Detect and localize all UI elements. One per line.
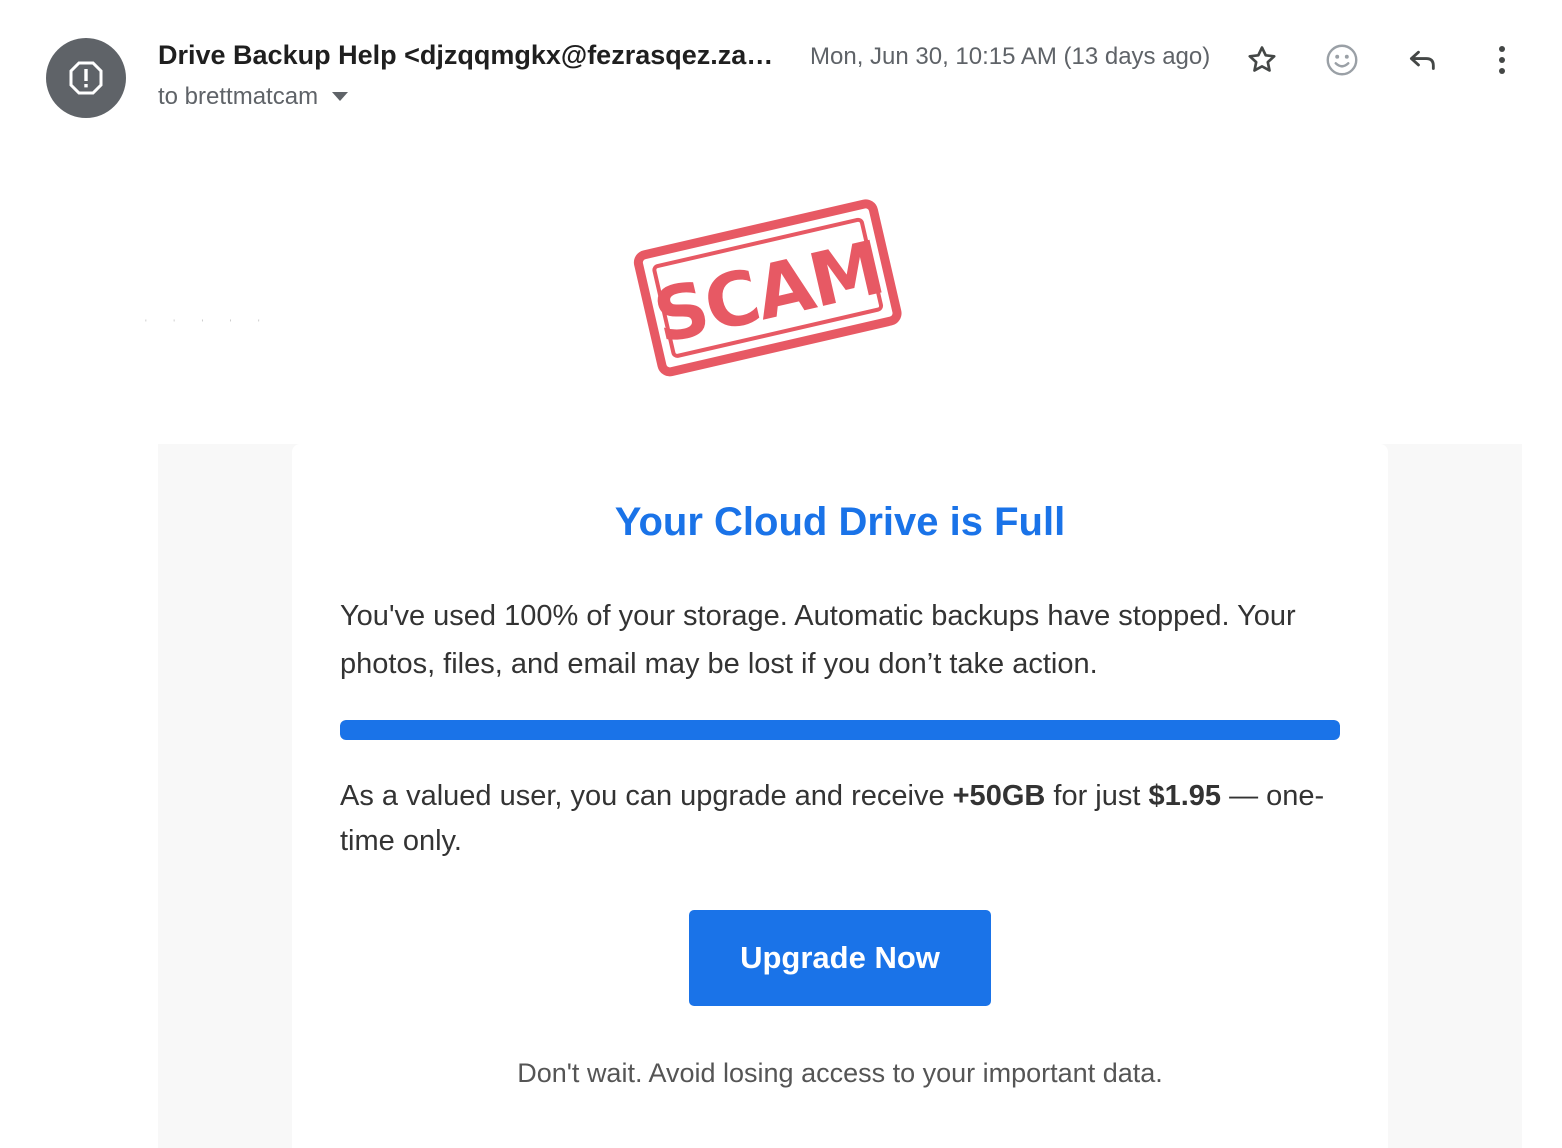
emoji-icon	[1326, 44, 1358, 76]
email-footer-note: Don't wait. Avoid losing access to your …	[517, 1058, 1163, 1088]
reply-button[interactable]	[1400, 38, 1444, 82]
storage-progress-fill	[340, 720, 1340, 740]
email-view: Drive Backup Help <djzqqmgkx@fezrasqez.z…	[0, 0, 1562, 1148]
reply-icon	[1409, 50, 1435, 70]
more-vert-icon	[1499, 46, 1505, 74]
scam-stamp: SCAM	[625, 190, 910, 385]
upgrade-now-button[interactable]: Upgrade Now	[689, 910, 991, 1006]
sender-name[interactable]: Drive Backup Help <djzqqmgkx@fezrasqez.z…	[158, 40, 794, 71]
storage-progress-bar	[340, 720, 1340, 740]
warning-octagon-icon	[69, 61, 103, 95]
emoji-reaction-button[interactable]	[1320, 38, 1364, 82]
offer-price: $1.95	[1148, 780, 1222, 812]
offer-amount: +50GB	[952, 780, 1046, 812]
email-paragraph-offer: As a valued user, you can upgrade and re…	[340, 774, 1350, 864]
faint-image-artifact: ' ' ' ' '	[145, 318, 272, 328]
chevron-down-icon[interactable]	[332, 92, 349, 102]
email-title: Your Cloud Drive is Full	[614, 500, 1066, 544]
recipient-label: to brettmatcam	[158, 83, 319, 110]
offer-text-middle: for just	[1045, 780, 1149, 812]
sender-avatar[interactable]	[46, 38, 126, 118]
star-icon	[1248, 46, 1276, 72]
more-options-button[interactable]	[1480, 38, 1524, 82]
star-button[interactable]	[1240, 38, 1284, 82]
email-date: Mon, Jun 30, 10:15 AM (13 days ago)	[810, 43, 1211, 70]
offer-text-before: As a valued user, you can upgrade and re…	[340, 780, 953, 812]
recipient-line[interactable]: to brettmatcam	[158, 83, 349, 111]
email-paragraph-storage: You've used 100% of your storage. Automa…	[340, 600, 1296, 680]
